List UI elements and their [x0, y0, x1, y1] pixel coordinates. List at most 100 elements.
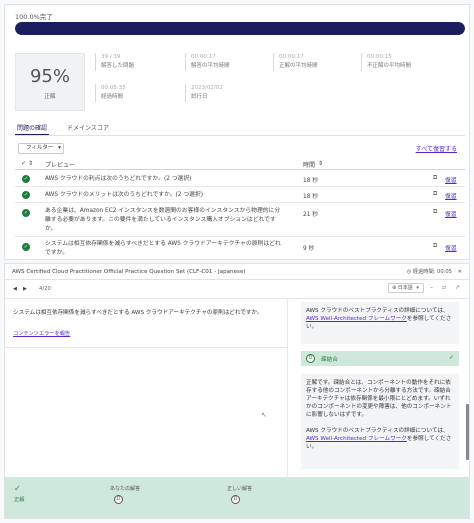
panel-title-divider: [5, 279, 469, 280]
question-preview: ある企業は、Amazon EC2 インスタンスを数週間のお客様のインスタンスから…: [45, 208, 281, 232]
panel-title: AWS Certified Cloud Practitioner Officia…: [12, 269, 246, 275]
header-time[interactable]: 時間: [303, 160, 315, 169]
result-bar: ✓ 正解 あなたの解答 D 正しい解答 D: [5, 477, 469, 518]
external-link-icon[interactable]: ⧉: [433, 174, 437, 182]
well-architected-link[interactable]: AWS Well-Architected フレームワーク: [306, 436, 407, 442]
header-preview: プレビュー: [45, 162, 76, 169]
correct-answer-value: D: [231, 495, 240, 504]
your-answer-label: あなたの解答: [110, 486, 141, 492]
question-text: システムは相互依存関係を減らすべきだとする AWS クラウドアーキテクチャの原則…: [13, 310, 263, 316]
report-error-link[interactable]: コンテンツエラーを報告: [13, 330, 70, 337]
filter-button[interactable]: フィルター ▾: [18, 143, 64, 154]
answer-letter: D: [306, 354, 315, 363]
question-time: 18 秒: [303, 178, 319, 184]
external-link-icon[interactable]: ⧉: [433, 242, 437, 250]
check-circle-icon: ✓: [22, 243, 30, 251]
external-link-icon[interactable]: ⧉: [433, 190, 437, 198]
stat-label: 試行日: [191, 94, 208, 100]
stat-label: 経過時間: [101, 94, 124, 100]
table-row[interactable]: ✓ AWS クラウドのメリットは次のうちどれですか。(2 つ選択) 18 秒 ⧉…: [15, 187, 465, 203]
toolbar-divider: [5, 298, 469, 299]
section-divider: [5, 347, 287, 348]
close-icon[interactable]: ✕: [458, 269, 462, 275]
stat-value: 39 / 39: [101, 54, 121, 60]
explanation-reference-box: AWS クラウドのベストプラクティスの詳細については、 AWS Well-Arch…: [301, 302, 459, 344]
your-answer-value: D: [114, 495, 123, 504]
question-counter: 4/20: [39, 286, 51, 292]
question-preview: AWS クラウドの利点は次のうちどれですか。(2 つ選択): [45, 176, 192, 182]
stat-attempt-date: 2023/02/02 試行日: [185, 84, 223, 102]
stat-value: 00:05:35: [101, 85, 126, 91]
question-review-panel: AWS Certified Cloud Practitioner Officia…: [4, 263, 470, 519]
answer-label: 疎結合: [321, 357, 338, 363]
score-label: 正解: [44, 94, 56, 100]
chevron-down-icon: ▾: [58, 145, 61, 151]
filter-label: フィルター: [26, 145, 54, 151]
progress-label: 100.0%完了: [15, 13, 53, 21]
correct-answer: 正しい解答 D: [227, 485, 252, 504]
table-header: ✓ ⇕ プレビュー 時間 ⇕: [15, 158, 465, 170]
sort-icon[interactable]: ⇕: [28, 160, 33, 167]
header-check[interactable]: ✓: [21, 160, 26, 167]
stat-value: 2023/02/02: [191, 85, 223, 91]
review-link[interactable]: 復習: [445, 175, 457, 184]
table-row[interactable]: ✓ ある企業は、Amazon EC2 インスタンスを数週間のお客様のインスタンス…: [15, 203, 465, 237]
stat-label: 不正解の平均時間: [367, 63, 412, 69]
review-all-link[interactable]: すべて復習する: [416, 144, 457, 153]
explanation-text: AWS クラウドのベストプラクティスの詳細については、: [306, 428, 449, 434]
prev-question-button[interactable]: ◀: [13, 286, 17, 292]
review-link[interactable]: 復習: [445, 243, 457, 252]
sort-icon[interactable]: ⇕: [318, 160, 323, 167]
explanation-text: 正解です。疎結合とは、コンポーネントの動作をそれに依存する他のコンポーネントから…: [306, 380, 452, 418]
correct-answer-header: D 疎結合 ✓: [301, 351, 459, 366]
well-architected-link[interactable]: AWS Well-Architected フレームワーク: [306, 316, 407, 322]
progress-bar: [15, 22, 465, 35]
correct-answer-label: 正しい解答: [227, 486, 253, 492]
app-root: 100.0%完了 95% 正解 39 / 39 解答した問題 00:00:17 …: [0, 0, 474, 523]
check-circle-icon: ✓: [22, 175, 30, 183]
stat-label: 解答した問題: [101, 63, 135, 69]
check-icon: ✓: [14, 484, 21, 493]
expand-icon[interactable]: ↗: [455, 284, 460, 291]
tab-review[interactable]: 問題の確認: [17, 123, 47, 132]
chevron-down-icon: ▾: [416, 285, 419, 291]
score-value: 95%: [29, 66, 70, 87]
score-box: 95% 正解: [15, 53, 85, 111]
language-value: 日本語: [397, 285, 413, 291]
external-link-icon[interactable]: ⧉: [433, 208, 437, 216]
stat-avg-time: 00:00:17 解答の平均時間: [185, 53, 230, 71]
question-preview: AWS クラウドのメリットは次のうちどれですか。(2 つ選択): [45, 192, 203, 198]
stat-value: 00:00:17: [191, 54, 216, 60]
review-link[interactable]: 復習: [445, 209, 457, 218]
progress-fill: [15, 22, 465, 35]
tab-domain-score[interactable]: ドメインスコア: [67, 123, 109, 132]
stat-avg-correct-time: 00:00:17 正解の平均時間: [273, 53, 318, 71]
mouse-cursor-icon: ↖: [261, 411, 267, 419]
explanation-text: AWS クラウドのベストプラクティスの詳細については、: [306, 308, 449, 314]
check-circle-icon: ✓: [22, 191, 30, 199]
result-label: 正解: [14, 497, 25, 503]
tab-divider: [15, 135, 465, 136]
table-row[interactable]: ✓ AWS クラウドの利点は次のうちどれですか。(2 つ選択) 18 秒 ⧉ 復…: [15, 171, 465, 187]
minus-icon[interactable]: –: [430, 284, 433, 291]
language-select[interactable]: ⊕ 日本語 ▾: [388, 283, 424, 293]
collapse-icon[interactable]: ⇄: [442, 285, 446, 291]
next-question-button[interactable]: ▶: [23, 286, 27, 292]
timer-text: 経過時間: 00:05: [412, 269, 452, 275]
question-preview: システムは相互依存関係を減らすべきだとする AWS クラウドアーキテクチャの原則…: [45, 241, 281, 256]
stat-label: 解答の平均時間: [191, 63, 230, 69]
elapsed-timer: ◷ 経過時間: 00:05 ✕: [407, 268, 462, 275]
stat-elapsed: 00:05:35 経過時間: [95, 84, 126, 102]
results-card: 100.0%完了 95% 正解 39 / 39 解答した問題 00:00:17 …: [4, 4, 470, 260]
stat-avg-incorrect-time: 00:00:15 不正解の平均時間: [361, 53, 411, 71]
review-link[interactable]: 復習: [445, 191, 457, 200]
table-row[interactable]: ✓ システムは相互依存関係を減らすべきだとする AWS クラウドアーキテクチャの…: [15, 237, 465, 259]
your-answer: あなたの解答 D: [110, 485, 140, 504]
question-time: 21 秒: [303, 212, 319, 218]
scrollbar[interactable]: [466, 404, 469, 460]
explanation-reference: AWS クラウドのベストプラクティスの詳細については、 AWS Well-Arch…: [306, 427, 454, 451]
stat-value: 00:00:17: [279, 54, 304, 60]
question-time: 18 秒: [303, 194, 319, 200]
column-divider: [287, 299, 288, 477]
question-time: 9 秒: [303, 246, 315, 252]
